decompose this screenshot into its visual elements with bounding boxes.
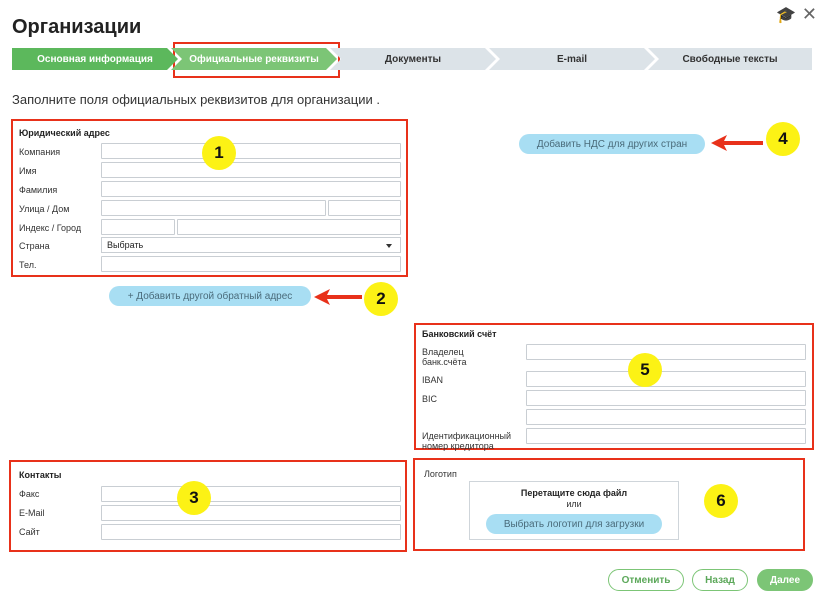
- country-label: Страна: [19, 241, 50, 251]
- badge-3: 3: [177, 481, 211, 515]
- owner-label: Владелец банк.счёта: [422, 347, 466, 367]
- step-label: Документы: [384, 53, 442, 65]
- graduation-cap-icon[interactable]: 🎓: [776, 5, 796, 25]
- arrow-left-icon: [711, 135, 763, 151]
- creditor-label-line: номер кредитора: [422, 441, 494, 451]
- site-input[interactable]: [101, 524, 401, 540]
- step-label: Официальные реквизиты: [189, 53, 319, 65]
- phone-label: Тел.: [19, 260, 37, 270]
- badge-5: 5: [628, 353, 662, 387]
- step-free-texts[interactable]: Свободные тексты: [648, 48, 812, 70]
- fax-input[interactable]: [101, 486, 401, 502]
- add-return-address-button[interactable]: + Добавить другой обратный адрес: [109, 286, 311, 306]
- first-name-label: Имя: [19, 166, 37, 176]
- window-controls: 🎓 ✕: [776, 4, 817, 25]
- creditor-id-label: Идентификационный номер кредитора: [422, 431, 511, 451]
- zip-city-label: Индекс / Город: [19, 223, 82, 233]
- site-label: Сайт: [19, 527, 40, 537]
- phone-input[interactable]: [101, 256, 401, 272]
- iban-label: IBAN: [422, 375, 444, 385]
- close-icon[interactable]: ✕: [802, 4, 817, 25]
- add-vat-button[interactable]: Добавить НДС для других стран: [519, 134, 705, 154]
- bank-title: Банковский счёт: [422, 329, 497, 339]
- bic-label: BIC: [422, 394, 438, 404]
- last-name-input[interactable]: [101, 181, 401, 197]
- step-official-details[interactable]: Официальные реквизиты: [171, 48, 337, 70]
- back-button[interactable]: Назад: [692, 569, 748, 591]
- creditor-id-input[interactable]: [526, 428, 806, 444]
- badge-2: 2: [364, 282, 398, 316]
- badge-6: 6: [704, 484, 738, 518]
- account-owner-input[interactable]: [526, 344, 806, 360]
- step-label: E-mail: [556, 53, 587, 65]
- street-label: Улица / Дом: [19, 204, 70, 214]
- contacts-title: Контакты: [19, 470, 62, 480]
- step-documents[interactable]: Документы: [330, 48, 496, 70]
- email-label: E-Mail: [19, 508, 45, 518]
- cancel-button[interactable]: Отменить: [608, 569, 684, 591]
- arrow-left-icon: [314, 289, 362, 305]
- step-email[interactable]: E-mail: [489, 48, 655, 70]
- zip-input[interactable]: [101, 219, 175, 235]
- owner-label-line: Владелец: [422, 347, 464, 357]
- first-name-input[interactable]: [101, 162, 401, 178]
- company-input[interactable]: [101, 143, 401, 159]
- bank-name-input[interactable]: [526, 409, 806, 425]
- fax-label: Факс: [19, 489, 40, 499]
- email-input[interactable]: [101, 505, 401, 521]
- city-input[interactable]: [177, 219, 401, 235]
- country-select-value: Выбрать: [107, 240, 144, 250]
- bic-input[interactable]: [526, 390, 806, 406]
- logo-title: Логотип: [424, 469, 457, 479]
- step-basic-info[interactable]: Основная информация: [12, 48, 178, 70]
- step-label: Свободные тексты: [682, 53, 778, 65]
- house-number-input[interactable]: [328, 200, 401, 216]
- step-label: Основная информация: [37, 53, 153, 65]
- badge-1: 1: [202, 136, 236, 170]
- intro-text: Заполните поля официальных реквизитов дл…: [12, 92, 380, 107]
- country-select[interactable]: Выбрать: [101, 237, 401, 253]
- wizard-steps: Основная информация Официальные реквизит…: [12, 48, 812, 70]
- chevron-down-icon: [386, 244, 392, 248]
- last-name-label: Фамилия: [19, 185, 58, 195]
- street-input[interactable]: [101, 200, 326, 216]
- creditor-label-line: Идентификационный: [422, 431, 512, 441]
- legal-address-title: Юридический адрес: [19, 128, 110, 138]
- choose-logo-button[interactable]: Выбрать логотип для загрузки: [486, 514, 662, 534]
- company-label: Компания: [19, 147, 61, 157]
- page-title: Организации: [12, 16, 142, 38]
- dropzone-text: Перетащите сюда файл: [520, 488, 628, 498]
- owner-label-line: банк.счёта: [422, 357, 467, 367]
- dropzone-or: или: [566, 499, 582, 509]
- badge-4: 4: [766, 122, 800, 156]
- iban-input[interactable]: [526, 371, 806, 387]
- next-button[interactable]: Далее: [757, 569, 813, 591]
